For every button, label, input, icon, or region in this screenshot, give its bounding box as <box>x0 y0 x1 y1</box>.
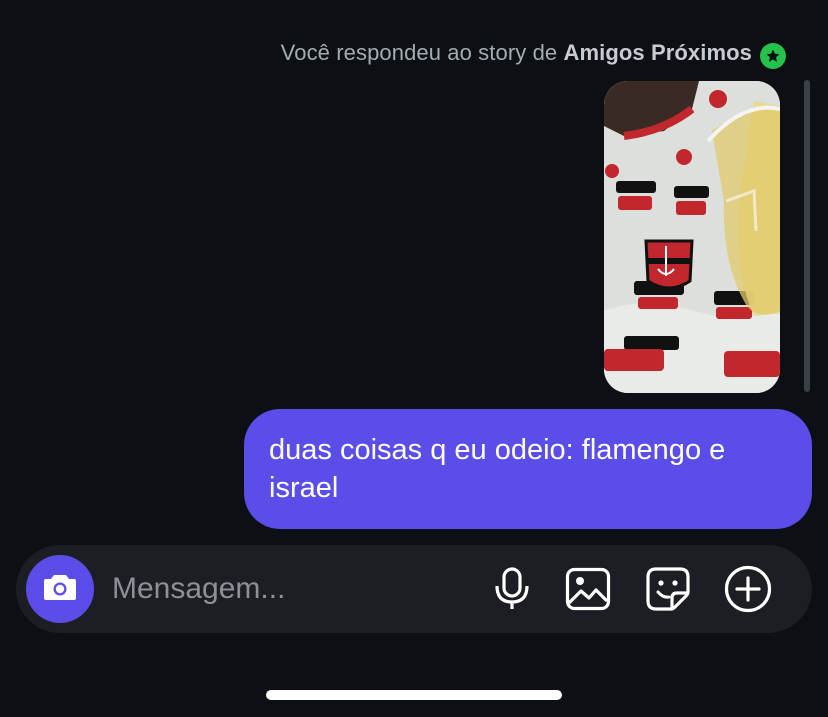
camera-icon <box>43 573 77 606</box>
timestamp-fragment <box>378 0 450 4</box>
gallery-icon[interactable] <box>564 565 612 613</box>
plus-icon[interactable] <box>724 565 772 613</box>
story-reply-prefix: Você respondeu ao story de <box>280 40 564 65</box>
sticker-icon[interactable] <box>644 565 692 613</box>
story-reply-text: Você respondeu ao story de Amigos Próxim… <box>281 40 752 66</box>
message-input[interactable] <box>112 569 472 609</box>
camera-button[interactable] <box>26 555 94 623</box>
chat-screen: Você respondeu ao story de Amigos Próxim… <box>0 0 828 717</box>
microphone-icon[interactable] <box>488 565 536 613</box>
message-composer <box>16 545 812 633</box>
home-indicator[interactable] <box>266 690 562 700</box>
story-reply-audience: Amigos Próximos <box>563 40 752 65</box>
story-thumbnail-image[interactable] <box>604 81 780 393</box>
message-text: duas coisas q eu odeio: flamengo e israe… <box>269 434 726 504</box>
outgoing-message-bubble[interactable]: duas coisas q eu odeio: flamengo e israe… <box>244 409 812 529</box>
scrollbar[interactable] <box>804 80 810 392</box>
close-friends-star-icon <box>760 43 786 69</box>
